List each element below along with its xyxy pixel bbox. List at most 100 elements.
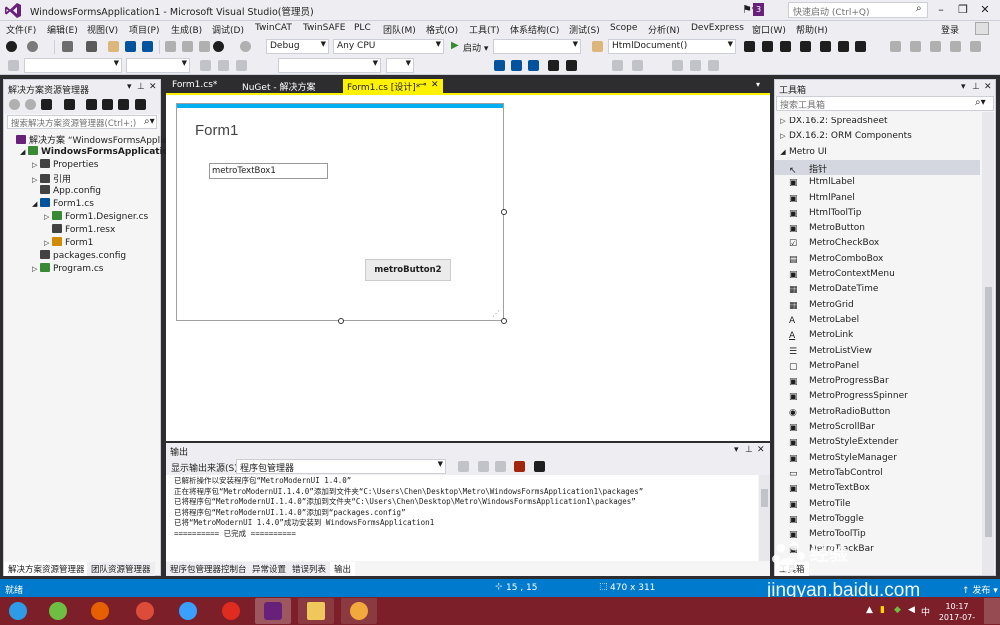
quick-launch-input[interactable]: 快速启动 (Ctrl+Q) [788, 2, 928, 18]
shield-icon[interactable]: ◆ [894, 605, 901, 615]
taskbar-app-360[interactable] [40, 598, 76, 624]
tree-item[interactable]: 解决方案 “WindowsFormsApplica [8, 133, 173, 146]
taskbar-visual-studio[interactable] [255, 598, 291, 624]
font-size-select[interactable]: ▼ [126, 58, 190, 73]
add-item-icon[interactable] [86, 41, 97, 52]
tab-nuget[interactable]: NuGet - 解决方案 [238, 79, 319, 93]
maximize-button[interactable]: ❐ [952, 1, 974, 19]
start-icon[interactable]: ▶ [451, 40, 459, 51]
menu-scope[interactable]: Scope [610, 23, 637, 33]
output-scrollbar-thumb[interactable] [761, 489, 768, 507]
back-icon[interactable] [9, 99, 20, 110]
form1-window[interactable]: Form1 metroTextBox1 metroButton2 ⋰ [176, 103, 504, 321]
tree-item[interactable]: ◢ Form1.cs [32, 198, 94, 211]
layout-icon[interactable] [8, 60, 19, 71]
format-icon[interactable] [672, 60, 683, 71]
dropdown-icon[interactable]: ▾ [961, 82, 966, 92]
collapsed-arrow-icon[interactable]: ▷ [32, 161, 40, 169]
forward-icon[interactable] [25, 99, 36, 110]
word-wrap-icon[interactable] [534, 461, 545, 472]
close-icon[interactable]: ✕ [757, 445, 765, 455]
open-file-icon[interactable] [108, 41, 119, 52]
collapsed-arrow-icon[interactable]: ▷ [44, 239, 52, 247]
toolbox-search-input[interactable]: 搜索工具箱 [776, 96, 994, 111]
minimize-button[interactable]: – [930, 1, 952, 19]
menu-file[interactable]: 文件(F) [6, 23, 36, 36]
cut-icon[interactable] [165, 41, 176, 52]
copy-icon[interactable] [182, 41, 193, 52]
collapsed-arrow-icon[interactable]: ▷ [44, 213, 52, 221]
tab-output[interactable]: 输出 [330, 562, 356, 576]
taskbar-baidu-cloud[interactable] [170, 598, 206, 624]
solution-explorer-icon[interactable] [744, 41, 755, 52]
collapsed-arrow-icon[interactable]: ▷ [777, 132, 789, 140]
refresh-icon[interactable] [511, 60, 522, 71]
toolbox-item[interactable]: ▭ MetroTabControl [775, 466, 980, 481]
toolbox-item[interactable]: ▣ MetroProgressSpinner [775, 389, 980, 404]
solution-explorer-search-input[interactable]: 搜索解决方案资源管理器(Ctrl+;) [7, 115, 157, 129]
taskbar-firefox[interactable] [82, 598, 118, 624]
close-icon[interactable]: ✕ [984, 82, 992, 92]
collapse-all-icon[interactable] [102, 99, 113, 110]
tab-exception-settings[interactable]: 异常设置 [248, 562, 291, 576]
output-scrollbar[interactable] [759, 475, 770, 561]
tab-list-dropdown-icon[interactable]: ▾ [756, 80, 760, 89]
collapsed-arrow-icon[interactable]: ▷ [777, 117, 789, 125]
next-message-icon[interactable] [495, 461, 506, 472]
toolbox-item[interactable]: ▣ MetroTile [775, 497, 980, 512]
align-left-icon[interactable] [890, 41, 901, 52]
home-icon[interactable] [41, 99, 52, 110]
taskbar-paint[interactable] [341, 598, 377, 624]
menu-edit[interactable]: 编辑(E) [47, 23, 78, 36]
comment-icon[interactable] [566, 60, 577, 71]
start-button[interactable]: 启动 ▾ [463, 41, 488, 54]
pin-icon[interactable]: ⊥ [745, 445, 753, 455]
platform-select[interactable]: Any CPU ▼ [333, 39, 444, 54]
tree-item[interactable]: ▷ Form1.Designer.cs [44, 211, 148, 224]
taskbar-music[interactable] [213, 598, 249, 624]
menu-analyze[interactable]: 分析(N) [648, 23, 680, 36]
search-icon[interactable]: ⌕▾ [975, 97, 986, 108]
tray-expand-icon[interactable]: ▲ [866, 605, 873, 615]
tree-item[interactable]: Form1.resx [44, 224, 115, 237]
menu-build[interactable]: 生成(B) [171, 23, 202, 36]
taskbar-chrome[interactable] [127, 598, 163, 624]
align-middle-icon[interactable] [970, 41, 981, 52]
output-source-select[interactable]: 程序包管理器 ▼ [236, 459, 446, 474]
tab-form1-cs[interactable]: Form1.cs* [168, 79, 221, 93]
clear-all-icon[interactable] [514, 461, 525, 472]
indent-icon[interactable] [612, 60, 623, 71]
expanded-arrow-icon[interactable]: ◢ [777, 148, 789, 156]
properties-icon[interactable] [135, 99, 146, 110]
menu-twincat[interactable]: TwinCAT [255, 23, 292, 33]
tab-error-list[interactable]: 错误列表 [288, 562, 331, 576]
resize-grip-icon[interactable]: ⋰ [492, 309, 500, 318]
toolbox-item[interactable]: A MetroLink [775, 328, 980, 343]
expanded-arrow-icon[interactable]: ◢ [32, 200, 40, 208]
new-project-icon[interactable] [62, 41, 73, 52]
align-right-icon[interactable] [930, 41, 941, 52]
tree-item[interactable]: ▷ Properties [32, 159, 98, 172]
close-button[interactable]: ✕ [974, 1, 996, 19]
forward-icon[interactable] [27, 41, 38, 52]
refresh-icon[interactable] [86, 99, 97, 110]
bookmark-icon[interactable] [548, 60, 559, 71]
pin-icon[interactable]: ⊥ [972, 82, 980, 92]
metro-button[interactable]: metroButton2 [365, 259, 451, 281]
search-icon[interactable]: ⌕▾ [144, 116, 155, 127]
toolbox-scrollbar-thumb[interactable] [985, 287, 992, 537]
error-list-icon[interactable] [855, 41, 866, 52]
pin-icon[interactable]: ⊥ [137, 82, 145, 92]
toolbox-group[interactable]: ▷ DX.16.2: Spreadsheet [775, 117, 980, 129]
undo-icon[interactable] [213, 41, 224, 52]
save-icon[interactable] [125, 41, 136, 52]
resize-handle-right[interactable] [501, 209, 507, 215]
toolbox-item[interactable]: ▣ MetroScrollBar [775, 420, 980, 435]
toolbox-item[interactable]: ▤ MetroComboBox [775, 252, 980, 267]
style-select[interactable]: ▼ [278, 58, 381, 73]
collapsed-arrow-icon[interactable]: ▷ [32, 176, 40, 184]
tab-package-manager-console[interactable]: 程序包管理器控制台 [166, 562, 251, 576]
outdent-icon[interactable] [632, 60, 643, 71]
menu-help[interactable]: 帮助(H) [796, 23, 828, 36]
input-method-icon[interactable]: 中 [921, 605, 930, 618]
